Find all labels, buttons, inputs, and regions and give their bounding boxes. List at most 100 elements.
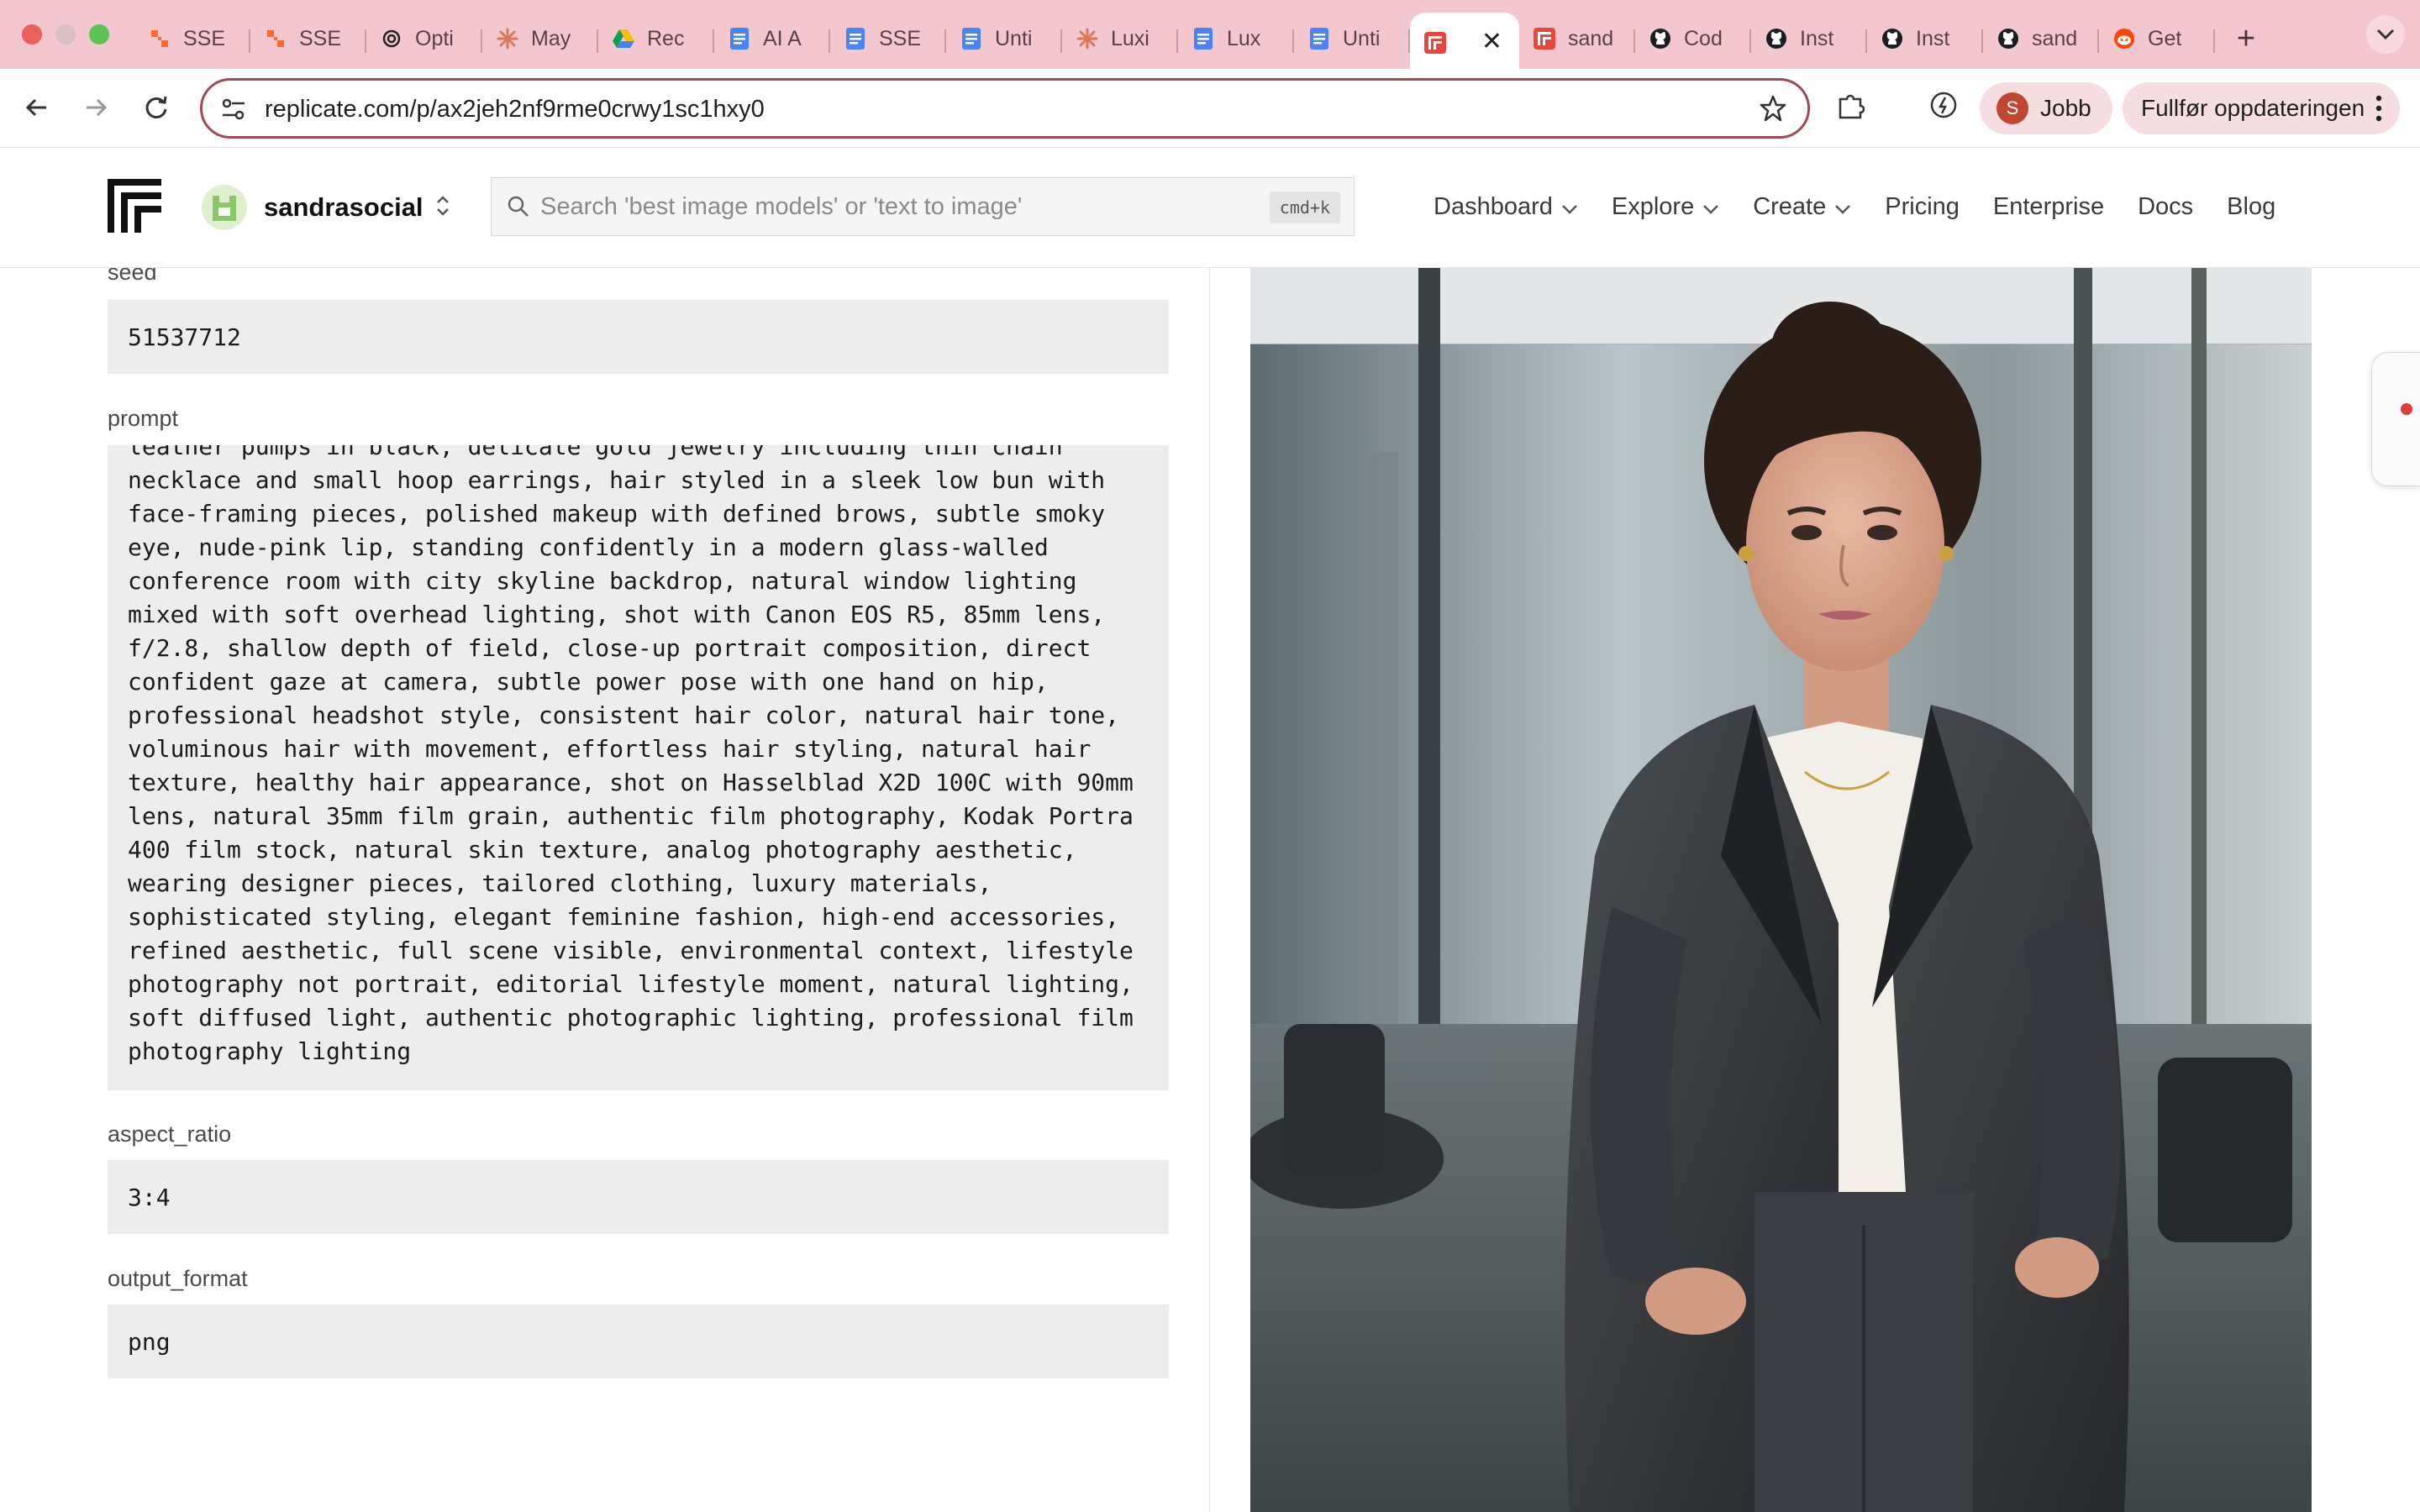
site-header: sandrasocial cmd+k Dashboard Explore Creat…: [0, 149, 2420, 268]
google-docs-icon: [844, 27, 867, 50]
more-menu-icon[interactable]: [2375, 94, 2383, 129]
tab-label: Cod: [1684, 26, 1723, 50]
tab-label: sand: [1568, 26, 1614, 50]
openai-icon: [380, 27, 403, 50]
nav-item-create[interactable]: Create: [1753, 193, 1851, 221]
tab-list: SSE SSE Opti May Rec AI A SSE Unti Luxi Lux Unti ✕ s…: [134, 8, 2267, 73]
browser-tab[interactable]: Rec: [598, 13, 714, 65]
close-window-button[interactable]: [22, 24, 42, 45]
update-button[interactable]: Fullfør oppdateringen: [2123, 82, 2400, 134]
browser-tab[interactable]: Cod: [1635, 13, 1751, 65]
new-tab-button[interactable]: +: [2225, 18, 2267, 60]
chevron-up-down-icon: [435, 193, 450, 223]
chevron-down-icon: [1702, 193, 1719, 221]
seed-field[interactable]: 51537712: [108, 300, 1169, 374]
output-image[interactable]: [1250, 268, 2312, 1512]
browser-tab[interactable]: Lux: [1178, 13, 1294, 65]
search-input[interactable]: [540, 190, 1263, 223]
github-icon: [1649, 27, 1672, 50]
nav-item-dashboard[interactable]: Dashboard: [1434, 193, 1578, 221]
site-info-icon[interactable]: [221, 97, 246, 125]
replicate-icon: [1423, 31, 1447, 55]
maximize-window-button[interactable]: [89, 24, 109, 45]
chevron-down-icon: [1561, 193, 1578, 221]
aspect-ratio-field[interactable]: 3:4: [108, 1160, 1169, 1234]
nav-item-label: Docs: [2138, 192, 2194, 220]
github-icon: [1996, 27, 2020, 50]
tab-label: SSE: [879, 26, 922, 50]
back-button[interactable]: [18, 89, 55, 126]
google-docs-icon: [1307, 27, 1331, 50]
browser-tab[interactable]: SSE: [134, 13, 250, 65]
tab-label: Luxi: [1111, 26, 1150, 50]
minimize-window-button[interactable]: [55, 24, 76, 45]
output-format-label: output_format: [108, 1266, 248, 1291]
org-name: sandrasocial: [264, 192, 424, 222]
tab-active[interactable]: ✕: [1410, 13, 1519, 73]
google-docs-icon: [960, 27, 983, 50]
claude-icon: [496, 27, 519, 50]
browser-tab[interactable]: AI A: [714, 13, 830, 65]
prompt-text: leather pumps in black, delicate gold je…: [128, 445, 1134, 1065]
tab-search-button[interactable]: [2366, 15, 2405, 54]
browser-tab[interactable]: sand: [1519, 13, 1635, 65]
nav-item-blog[interactable]: Blog: [2227, 193, 2275, 221]
browser-tab[interactable]: SSE: [830, 13, 946, 65]
browser-tab[interactable]: sand: [1983, 13, 2099, 65]
bookmark-star-icon[interactable]: [1759, 94, 1787, 127]
browser-tab[interactable]: Inst: [1867, 13, 1983, 65]
output-format-field[interactable]: png: [108, 1305, 1169, 1378]
seed-label: seed: [108, 268, 157, 285]
browser-tab[interactable]: Opti: [366, 13, 482, 65]
nav-item-label: Pricing: [1885, 192, 1960, 220]
address-bar[interactable]: replicate.com/p/ax2jeh2nf9rme0crwy1sc1hx…: [200, 78, 1810, 139]
browser-tab[interactable]: May: [482, 13, 598, 65]
update-label: Fullfør oppdateringen: [2141, 95, 2365, 121]
github-icon: [1881, 27, 1904, 50]
puzzle-icon: [1839, 94, 1865, 119]
zapier-icon: [264, 27, 287, 50]
profile-label: Jobb: [2040, 95, 2091, 121]
url-text[interactable]: replicate.com/p/ax2jeh2nf9rme0crwy1sc1hx…: [265, 96, 765, 123]
profile-button[interactable]: S Jobb: [1980, 82, 2112, 134]
performance-button[interactable]: [1928, 89, 1960, 125]
google-docs-icon: [728, 27, 751, 50]
gauge-icon: [1930, 92, 1957, 118]
google-docs-icon: [1192, 27, 1215, 50]
tab-label: AI A: [763, 26, 802, 50]
nav-item-explore[interactable]: Explore: [1612, 193, 1719, 221]
nav-item-enterprise[interactable]: Enterprise: [1993, 193, 2104, 221]
browser-tab[interactable]: Unti: [1294, 13, 1410, 65]
browser-tab[interactable]: SSE: [250, 13, 366, 65]
google-drive-icon: [612, 27, 635, 50]
org-switcher[interactable]: sandrasocial: [202, 182, 450, 233]
nav-item-docs[interactable]: Docs: [2138, 193, 2193, 221]
profile-avatar: S: [1996, 92, 2028, 124]
nav-item-pricing[interactable]: Pricing: [1885, 193, 1960, 221]
tab-label: sand: [2032, 26, 2078, 50]
browser-tab-strip: SSE SSE Opti May Rec AI A SSE Unti Luxi Lux Unti ✕ s…: [0, 0, 2420, 73]
tab-label: Opti: [415, 26, 454, 50]
reload-button[interactable]: [138, 89, 175, 126]
browser-tab[interactable]: Get: [2099, 13, 2215, 65]
search-icon: [507, 195, 530, 223]
tab-label: Get: [2148, 26, 2182, 50]
feedback-widget[interactable]: [2371, 352, 2420, 486]
prompt-field[interactable]: leather pumps in black, delicate gold je…: [108, 445, 1169, 1090]
reload-icon: [145, 96, 167, 118]
extensions-button[interactable]: [1835, 89, 1867, 125]
browser-tab[interactable]: Luxi: [1062, 13, 1178, 65]
main-nav: Dashboard Explore Create Pricing Enterprise D…: [1434, 186, 2309, 228]
replicate-logo[interactable]: [108, 179, 161, 233]
close-tab-icon[interactable]: ✕: [1481, 29, 1502, 55]
org-avatar-icon: [213, 196, 236, 221]
nav-item-label: Blog: [2227, 192, 2276, 220]
search-box[interactable]: cmd+k: [491, 177, 1355, 236]
forward-button[interactable]: [77, 89, 114, 126]
browser-tab[interactable]: Unti: [946, 13, 1062, 65]
browser-tab[interactable]: Inst: [1751, 13, 1867, 65]
back-arrow-icon: [25, 98, 46, 117]
browser-toolbar: replicate.com/p/ax2jeh2nf9rme0crwy1sc1hx…: [0, 69, 2420, 148]
tab-label: Inst: [1916, 26, 1950, 50]
replicate-icon: [1533, 27, 1556, 50]
